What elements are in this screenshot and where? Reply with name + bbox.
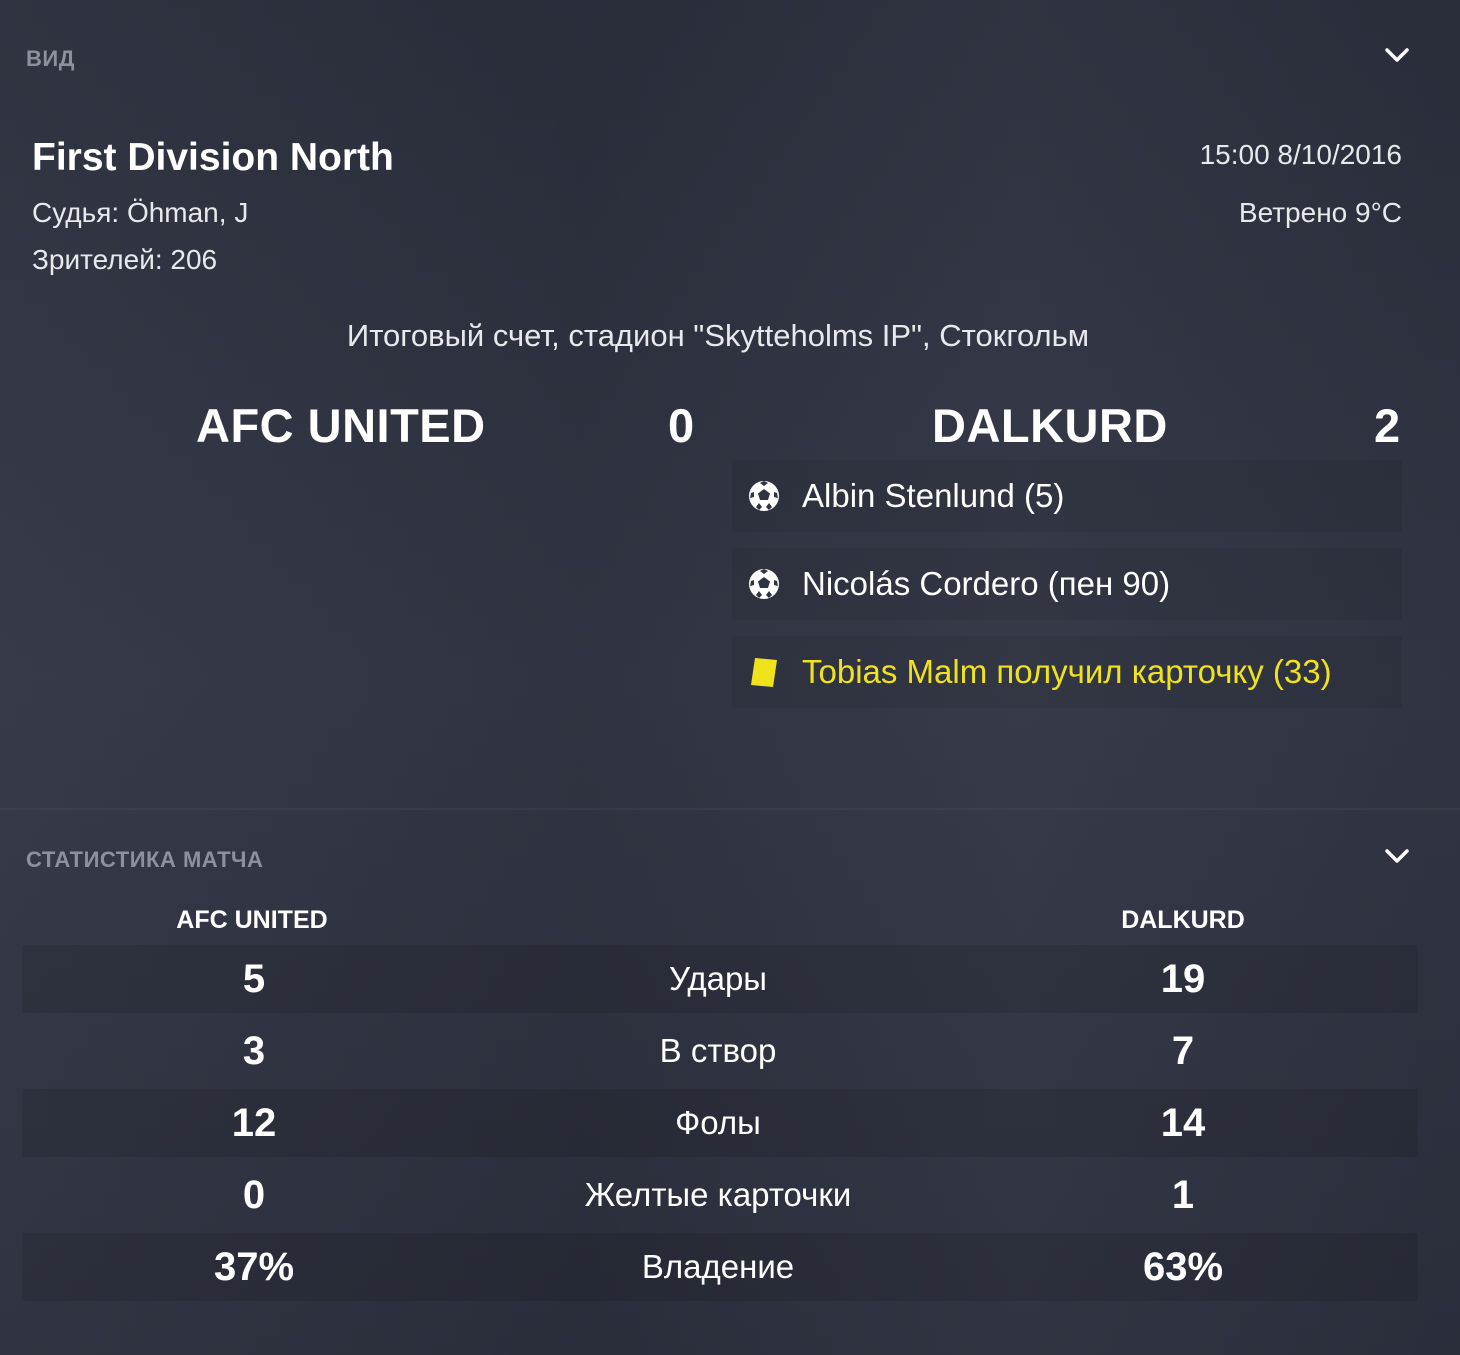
stats-home-value: 5 xyxy=(242,957,266,1001)
stats-away-value: 14 xyxy=(1160,1101,1206,1145)
competition-title[interactable]: First Division North xyxy=(32,136,394,180)
away-team-name[interactable]: DALKURD xyxy=(932,398,1168,453)
home-team-name[interactable]: AFC UNITED xyxy=(196,398,486,453)
weather-label: Ветрено 9°C xyxy=(1238,197,1402,228)
stats-away-value: 19 xyxy=(1160,957,1206,1001)
stats-label: Владение xyxy=(641,1248,795,1285)
stats-label: Желтые карточки xyxy=(584,1176,852,1213)
stats-away-team: DALKURD xyxy=(1121,906,1245,934)
stats-home-value: 37% xyxy=(213,1245,295,1289)
stats-home-value: 0 xyxy=(242,1173,266,1217)
stats-row: 5 Удары 19 xyxy=(22,945,1418,1013)
stats-row: 12 Фолы 14 xyxy=(22,1089,1418,1157)
stats-home-value: 3 xyxy=(242,1029,266,1073)
section-divider xyxy=(0,808,1460,810)
stats-home-team: AFC UNITED xyxy=(176,906,328,934)
soccer-ball-icon xyxy=(746,566,782,602)
stats-label: Фолы xyxy=(675,1104,761,1141)
stats-row: 37% Владение 63% xyxy=(22,1233,1418,1301)
match-event-row[interactable]: Nicolás Cordero (пен 90) xyxy=(732,548,1402,620)
view-section-header: ВИД xyxy=(26,46,75,71)
event-text: Tobias Malm получил карточку (33) xyxy=(802,653,1332,690)
match-event-row[interactable]: Albin Stenlund (5) xyxy=(732,460,1402,532)
stats-row: 0 Желтые карточки 1 xyxy=(22,1161,1418,1229)
stats-away-value: 1 xyxy=(1171,1173,1195,1217)
event-text: Albin Stenlund (5) xyxy=(802,477,1065,514)
soccer-ball-icon xyxy=(746,478,782,514)
match-event-row[interactable]: Tobias Malm получил карточку (33) xyxy=(732,636,1402,708)
stats-away-value: 7 xyxy=(1171,1029,1195,1073)
stats-row: 3 В створ 7 xyxy=(22,1017,1418,1085)
stats-label: Удары xyxy=(668,960,768,997)
event-text: Nicolás Cordero (пен 90) xyxy=(802,565,1171,602)
match-datetime: 15:00 8/10/2016 xyxy=(1199,139,1402,170)
yellow-card-icon xyxy=(746,654,782,690)
stats-home-value: 12 xyxy=(231,1101,277,1145)
venue-line: Итоговый счет, стадион "Skytteholms IP",… xyxy=(346,318,1090,353)
view-collapse-chevron-icon[interactable] xyxy=(1382,40,1412,70)
stats-label: В створ xyxy=(659,1032,777,1069)
stats-away-value: 63% xyxy=(1142,1245,1224,1289)
stats-collapse-chevron-icon[interactable] xyxy=(1382,841,1412,871)
stats-section-header: СТАТИСТИКА МАТЧА xyxy=(26,847,264,872)
away-score: 2 xyxy=(1374,399,1401,452)
attendance-label: Зрителей: 206 xyxy=(32,244,218,275)
referee-label: Судья: Öhman, J xyxy=(32,197,249,228)
home-score: 0 xyxy=(668,399,695,452)
